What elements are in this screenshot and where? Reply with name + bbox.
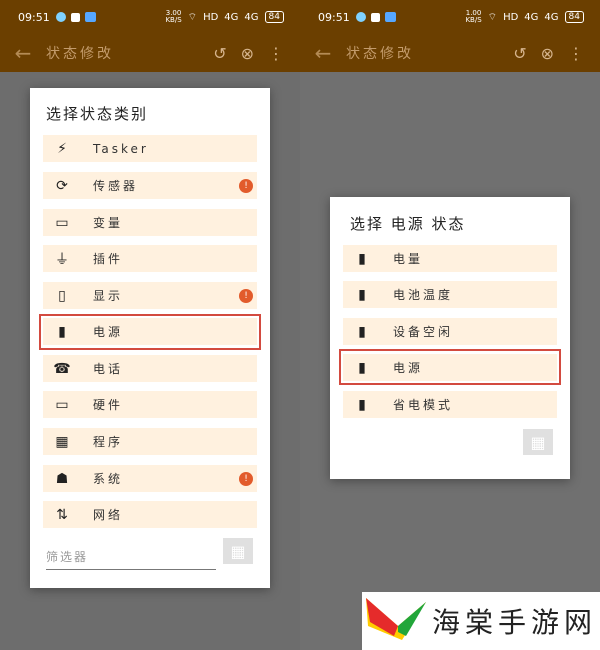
apps-icon: ▦ (55, 433, 69, 450)
list-item-sensor[interactable]: ⟳ 传感器 ! (43, 172, 257, 199)
signal-icon-2: 4G (544, 11, 559, 23)
signal-icon: 4G (524, 11, 539, 23)
battery-icon: ▮ (358, 250, 366, 267)
selection-highlight (39, 314, 261, 350)
status-time: 09:51 (318, 10, 350, 24)
network-arrows-icon: ⇅ (56, 506, 68, 523)
back-arrow-icon[interactable]: ← (0, 41, 46, 65)
watermark: 海棠手游网 (362, 592, 600, 650)
battery-icon: ▮ (358, 323, 366, 340)
tag-icon: ▭ (55, 214, 69, 231)
grid-button[interactable]: ▦ (223, 538, 253, 564)
app-notification-icon (370, 12, 380, 22)
phone-icon: ▯ (58, 287, 66, 304)
watermark-text: 海棠手游网 (432, 606, 598, 639)
list-item-variable[interactable]: ▭ 变量 (43, 209, 257, 236)
back-arrow-icon[interactable]: ← (300, 41, 346, 65)
list-item-plugin[interactable]: ⏚ 插件 (43, 245, 257, 272)
more-vert-icon[interactable]: ⋮ (268, 44, 284, 63)
network-speed: 3.00 KB/S (165, 9, 182, 24)
dialog-title: 选择 电源 状态 (350, 215, 466, 233)
power-state-dialog: 选择 电源 状态 ▮ 电量 ▮ 电池温度 ▮ 设备空闲 ▮ 电源 ▮ 省电模式 … (330, 197, 570, 479)
filter-input[interactable]: 筛选器 (46, 548, 216, 570)
notification-icon (55, 12, 66, 22)
list-item-display[interactable]: ▯ 显示 ! (43, 282, 257, 309)
warning-badge: ! (239, 178, 253, 193)
watermark-logo (366, 598, 426, 640)
status-bar: 09:51 1.00 KB/S ⌔ HD 4G 4G 84 (300, 0, 600, 34)
list-item-phone[interactable]: ☎ 电话 (43, 355, 257, 382)
battery-icon: ▮ (358, 286, 366, 303)
undo-icon[interactable]: ↺ (513, 44, 526, 63)
left-screen: 09:51 3.00 KB/S ⌔ HD 4G 4G 84 ← 状态修改 ↺ ⊗… (0, 0, 300, 650)
list-item-tasker[interactable]: ⚡ Tasker (43, 135, 257, 162)
rotate-icon: ⟳ (56, 177, 68, 194)
list-item-hardware[interactable]: ▭ 硬件 (43, 391, 257, 418)
lightning-icon: ⚡ (57, 140, 67, 157)
close-icon[interactable]: ⊗ (541, 44, 554, 63)
list-item-system[interactable]: ☗ 系统 ! (43, 465, 257, 492)
laptop-icon: ▭ (55, 396, 69, 413)
app-bar: ← 状态修改 ↺ ⊗ ⋮ (0, 34, 300, 72)
notification-icon (355, 12, 366, 22)
right-screen: 09:51 1.00 KB/S ⌔ HD 4G 4G 84 ← 状态修改 ↺ ⊗… (300, 0, 600, 650)
more-vert-icon[interactable]: ⋮ (568, 44, 584, 63)
hd-indicator: HD (203, 11, 219, 23)
grid-button[interactable]: ▦ (523, 429, 553, 455)
battery-icon: ▮ (358, 396, 366, 413)
warning-badge: ! (239, 471, 253, 486)
plug-icon: ⏚ (55, 251, 69, 268)
battery-indicator: 84 (564, 11, 584, 23)
list-item-apps[interactable]: ▦ 程序 (43, 428, 257, 455)
battery-indicator: 84 (264, 11, 284, 23)
signal-icon-2: 4G (244, 11, 259, 23)
page-title: 状态修改 (46, 46, 114, 62)
close-icon[interactable]: ⊗ (241, 44, 254, 63)
wifi-icon: ⌔ (187, 11, 198, 23)
page-title: 状态修改 (346, 46, 414, 62)
hd-indicator: HD (503, 11, 519, 23)
list-item-battery-temperature[interactable]: ▮ 电池温度 (343, 281, 557, 308)
undo-icon[interactable]: ↺ (213, 44, 226, 63)
selection-highlight (339, 349, 561, 385)
app-bar: ← 状态修改 ↺ ⊗ ⋮ (300, 34, 600, 72)
list-item-battery-level[interactable]: ▮ 电量 (343, 245, 557, 272)
wifi-icon: ⌔ (487, 11, 498, 23)
status-time: 09:51 (18, 10, 50, 24)
status-bar: 09:51 3.00 KB/S ⌔ HD 4G 4G 84 (0, 0, 300, 34)
list-item-network[interactable]: ⇅ 网络 (43, 501, 257, 528)
network-speed: 1.00 KB/S (465, 9, 482, 24)
list-item-power-saving[interactable]: ▮ 省电模式 (343, 391, 557, 418)
phone-call-icon: ☎ (53, 360, 71, 377)
android-icon: ☗ (55, 470, 69, 487)
dialog-title: 选择状态类别 (46, 105, 149, 123)
list-item-device-idle[interactable]: ▮ 设备空闲 (343, 318, 557, 345)
app-notification-icon-2 (384, 12, 396, 22)
warning-badge: ! (239, 288, 253, 303)
grid-icon: ▦ (230, 541, 246, 561)
app-notification-icon (70, 12, 80, 22)
grid-icon: ▦ (530, 432, 546, 452)
app-notification-icon-2 (84, 12, 96, 22)
signal-icon: 4G (224, 11, 239, 23)
